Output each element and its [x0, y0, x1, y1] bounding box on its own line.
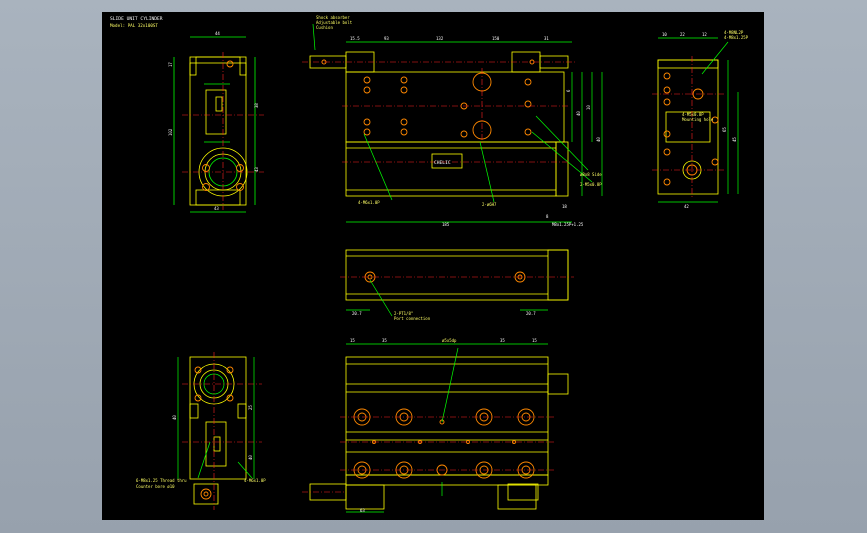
drawing-title: SLIDE UNIT CYLINDER: [110, 16, 163, 22]
dim-top-a: 15.5: [350, 36, 360, 41]
dim-right-a: 10: [662, 32, 667, 37]
dim-bl-c: 40: [248, 455, 253, 460]
dim-right-c: 12: [702, 32, 707, 37]
note-cushion: Cushion: [316, 25, 333, 30]
dim-lower-l: 20.7: [352, 311, 362, 316]
bottom-view: [309, 356, 569, 510]
note-m8-bottom: 4-M8x1.25P: [724, 35, 749, 40]
dim-overall: 185: [442, 222, 450, 227]
note-dia-bottom: ø5x5dp: [442, 338, 457, 343]
dim-left-c: 43: [254, 167, 259, 172]
note-slot: 6-M8x1.25 Thread thru: [136, 478, 187, 483]
front-view: [309, 51, 569, 197]
note-m6-left: 4-M6x1.0P: [358, 200, 380, 205]
engineering-drawing: SLIDE UNIT CYLINDER Model: PAL 32x100ST …: [110, 15, 749, 513]
dim-side-f: 8: [546, 214, 549, 219]
note-ports-sub: Port connection: [394, 316, 431, 321]
dim-right-bottom: 42: [684, 204, 689, 209]
dim-bl-b: 25: [248, 405, 253, 410]
dim-bl-a: 40: [172, 415, 177, 420]
dim-bot-b: 35: [382, 338, 387, 343]
bottom-view-centers: [302, 416, 554, 493]
dim-bot-d: 15: [532, 338, 537, 343]
dim-top-e: 31: [544, 36, 549, 41]
dim-bot-c: 35: [500, 338, 505, 343]
front-view-centers: [302, 61, 576, 163]
side-view-right-centers: [652, 56, 724, 198]
end-view-top-centers: [182, 52, 264, 210]
dim-left-bottom: 43: [214, 206, 219, 211]
dim-side-a: 6: [566, 89, 571, 92]
dim-left-h: 102: [168, 128, 173, 136]
dim-left-w: 44: [215, 31, 220, 36]
front-view-green: [312, 23, 603, 223]
note-dia-right: 2-ø6H7: [482, 202, 497, 207]
dim-side-c: 40: [596, 137, 601, 142]
dim-left-b: 38: [254, 103, 259, 108]
dim-side-b: 40: [576, 111, 581, 116]
plan-view-green: [346, 279, 548, 317]
dim-bot-total: 63: [360, 508, 365, 513]
nameplate-text: CHELIC: [434, 160, 451, 166]
dim-right-b: 22: [680, 32, 685, 37]
dim-right-h2: 45: [732, 137, 737, 142]
dim-left-a: 17: [168, 62, 173, 67]
end-view-top: [189, 56, 248, 206]
note-m6-side: 4-M6x1.0P: [244, 478, 266, 483]
dim-bot-a: 15: [350, 338, 355, 343]
plan-view: [345, 249, 569, 301]
bottom-view-green: [346, 343, 548, 513]
note-counterbore: Counter bore ø10: [136, 484, 175, 489]
note-dia8: ø8x8 Side: [580, 172, 602, 177]
drawing-geometry: [173, 23, 739, 513]
dim-top-c: 132: [436, 36, 444, 41]
drawing-model: Model: PAL 32x100ST: [110, 23, 158, 28]
bottom-view-holes: [353, 408, 535, 479]
dim-lower-r: 20.7: [526, 311, 536, 316]
note-thread: M8x1.25P+1.25: [552, 222, 584, 227]
dim-right-h1: 65: [722, 127, 727, 132]
dim-side-e: 18: [562, 204, 567, 209]
dim-top-d: 150: [492, 36, 500, 41]
note-m5-side-sub: Mounting hole: [682, 117, 714, 122]
side-view-right: [657, 59, 719, 195]
drawing-sheet: SLIDE UNIT CYLINDER Model: PAL 32x100ST …: [102, 12, 764, 520]
dim-side-d: 10: [586, 105, 591, 110]
end-view-bottom: [189, 356, 247, 505]
dim-top-b: 93: [384, 36, 389, 41]
note-mount-right: 2-M5x0.8P: [580, 182, 602, 187]
